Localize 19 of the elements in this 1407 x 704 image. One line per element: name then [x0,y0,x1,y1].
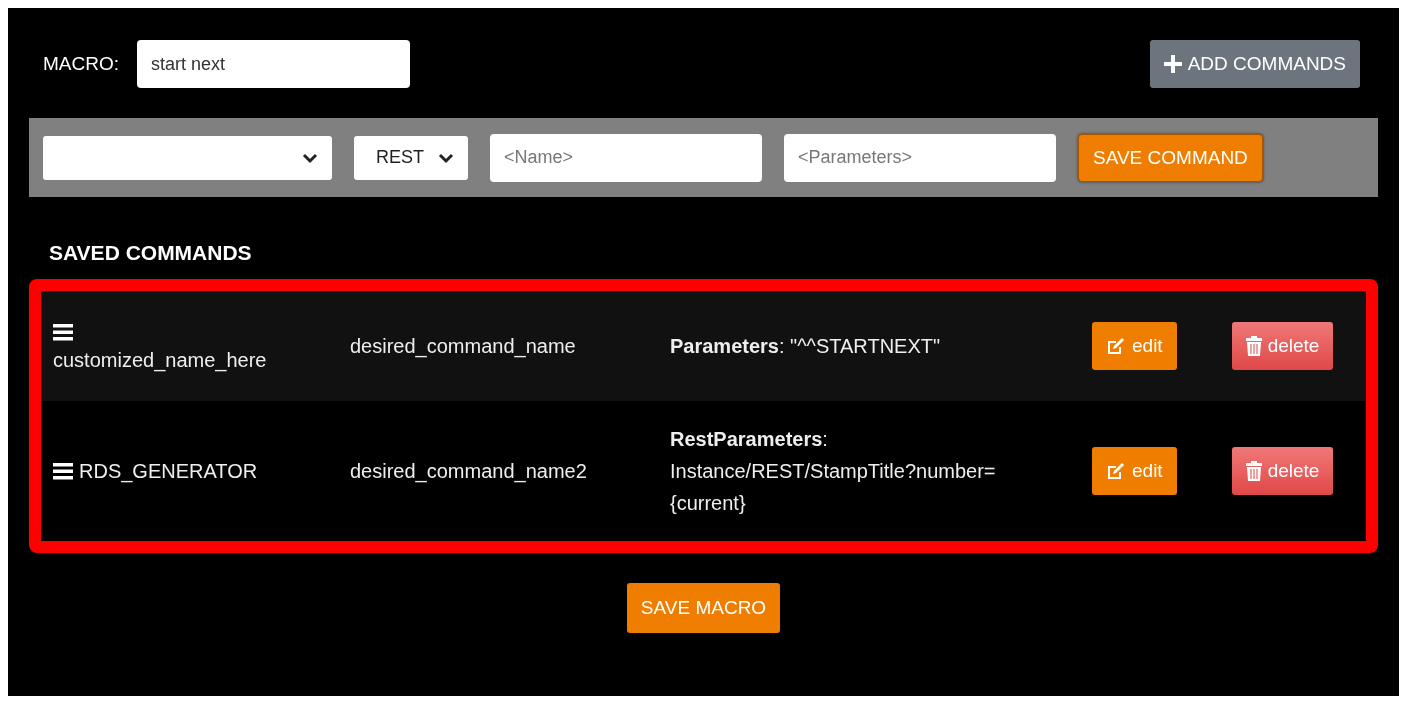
save-macro-button[interactable]: SAVE MACRO [626,583,781,633]
macro-name-field[interactable]: start next [137,40,410,88]
add-commands-button[interactable]: ADD COMMANDS [1149,40,1360,88]
command-alias: customized_name_here [53,318,278,374]
command-name: desired_command_name2 [350,459,588,485]
edit-button[interactable]: edit [1092,322,1177,370]
command-parameters: Parameters: "^^STARTNEXT" [670,334,942,359]
edit-button[interactable]: edit [1092,447,1177,495]
saved-commands-heading: SAVED COMMANDS [49,241,253,266]
name-field[interactable]: <Name> [490,133,762,182]
type-dropdown[interactable]: REST [354,135,468,180]
command-name: desired_command_name [350,334,577,360]
save-command-button[interactable]: SAVE COMMAND [1078,133,1263,182]
command-parameters: RestParameters: Instance/REST/StampTitle?number={current} [670,427,997,516]
delete-button[interactable]: delete [1231,322,1334,370]
parameters-field[interactable]: <Parameters> [784,133,1056,182]
command-alias: RDS_GENERATOR [53,457,278,485]
macro-label: MACRO: [43,53,119,75]
delete-button[interactable]: delete [1231,447,1334,495]
